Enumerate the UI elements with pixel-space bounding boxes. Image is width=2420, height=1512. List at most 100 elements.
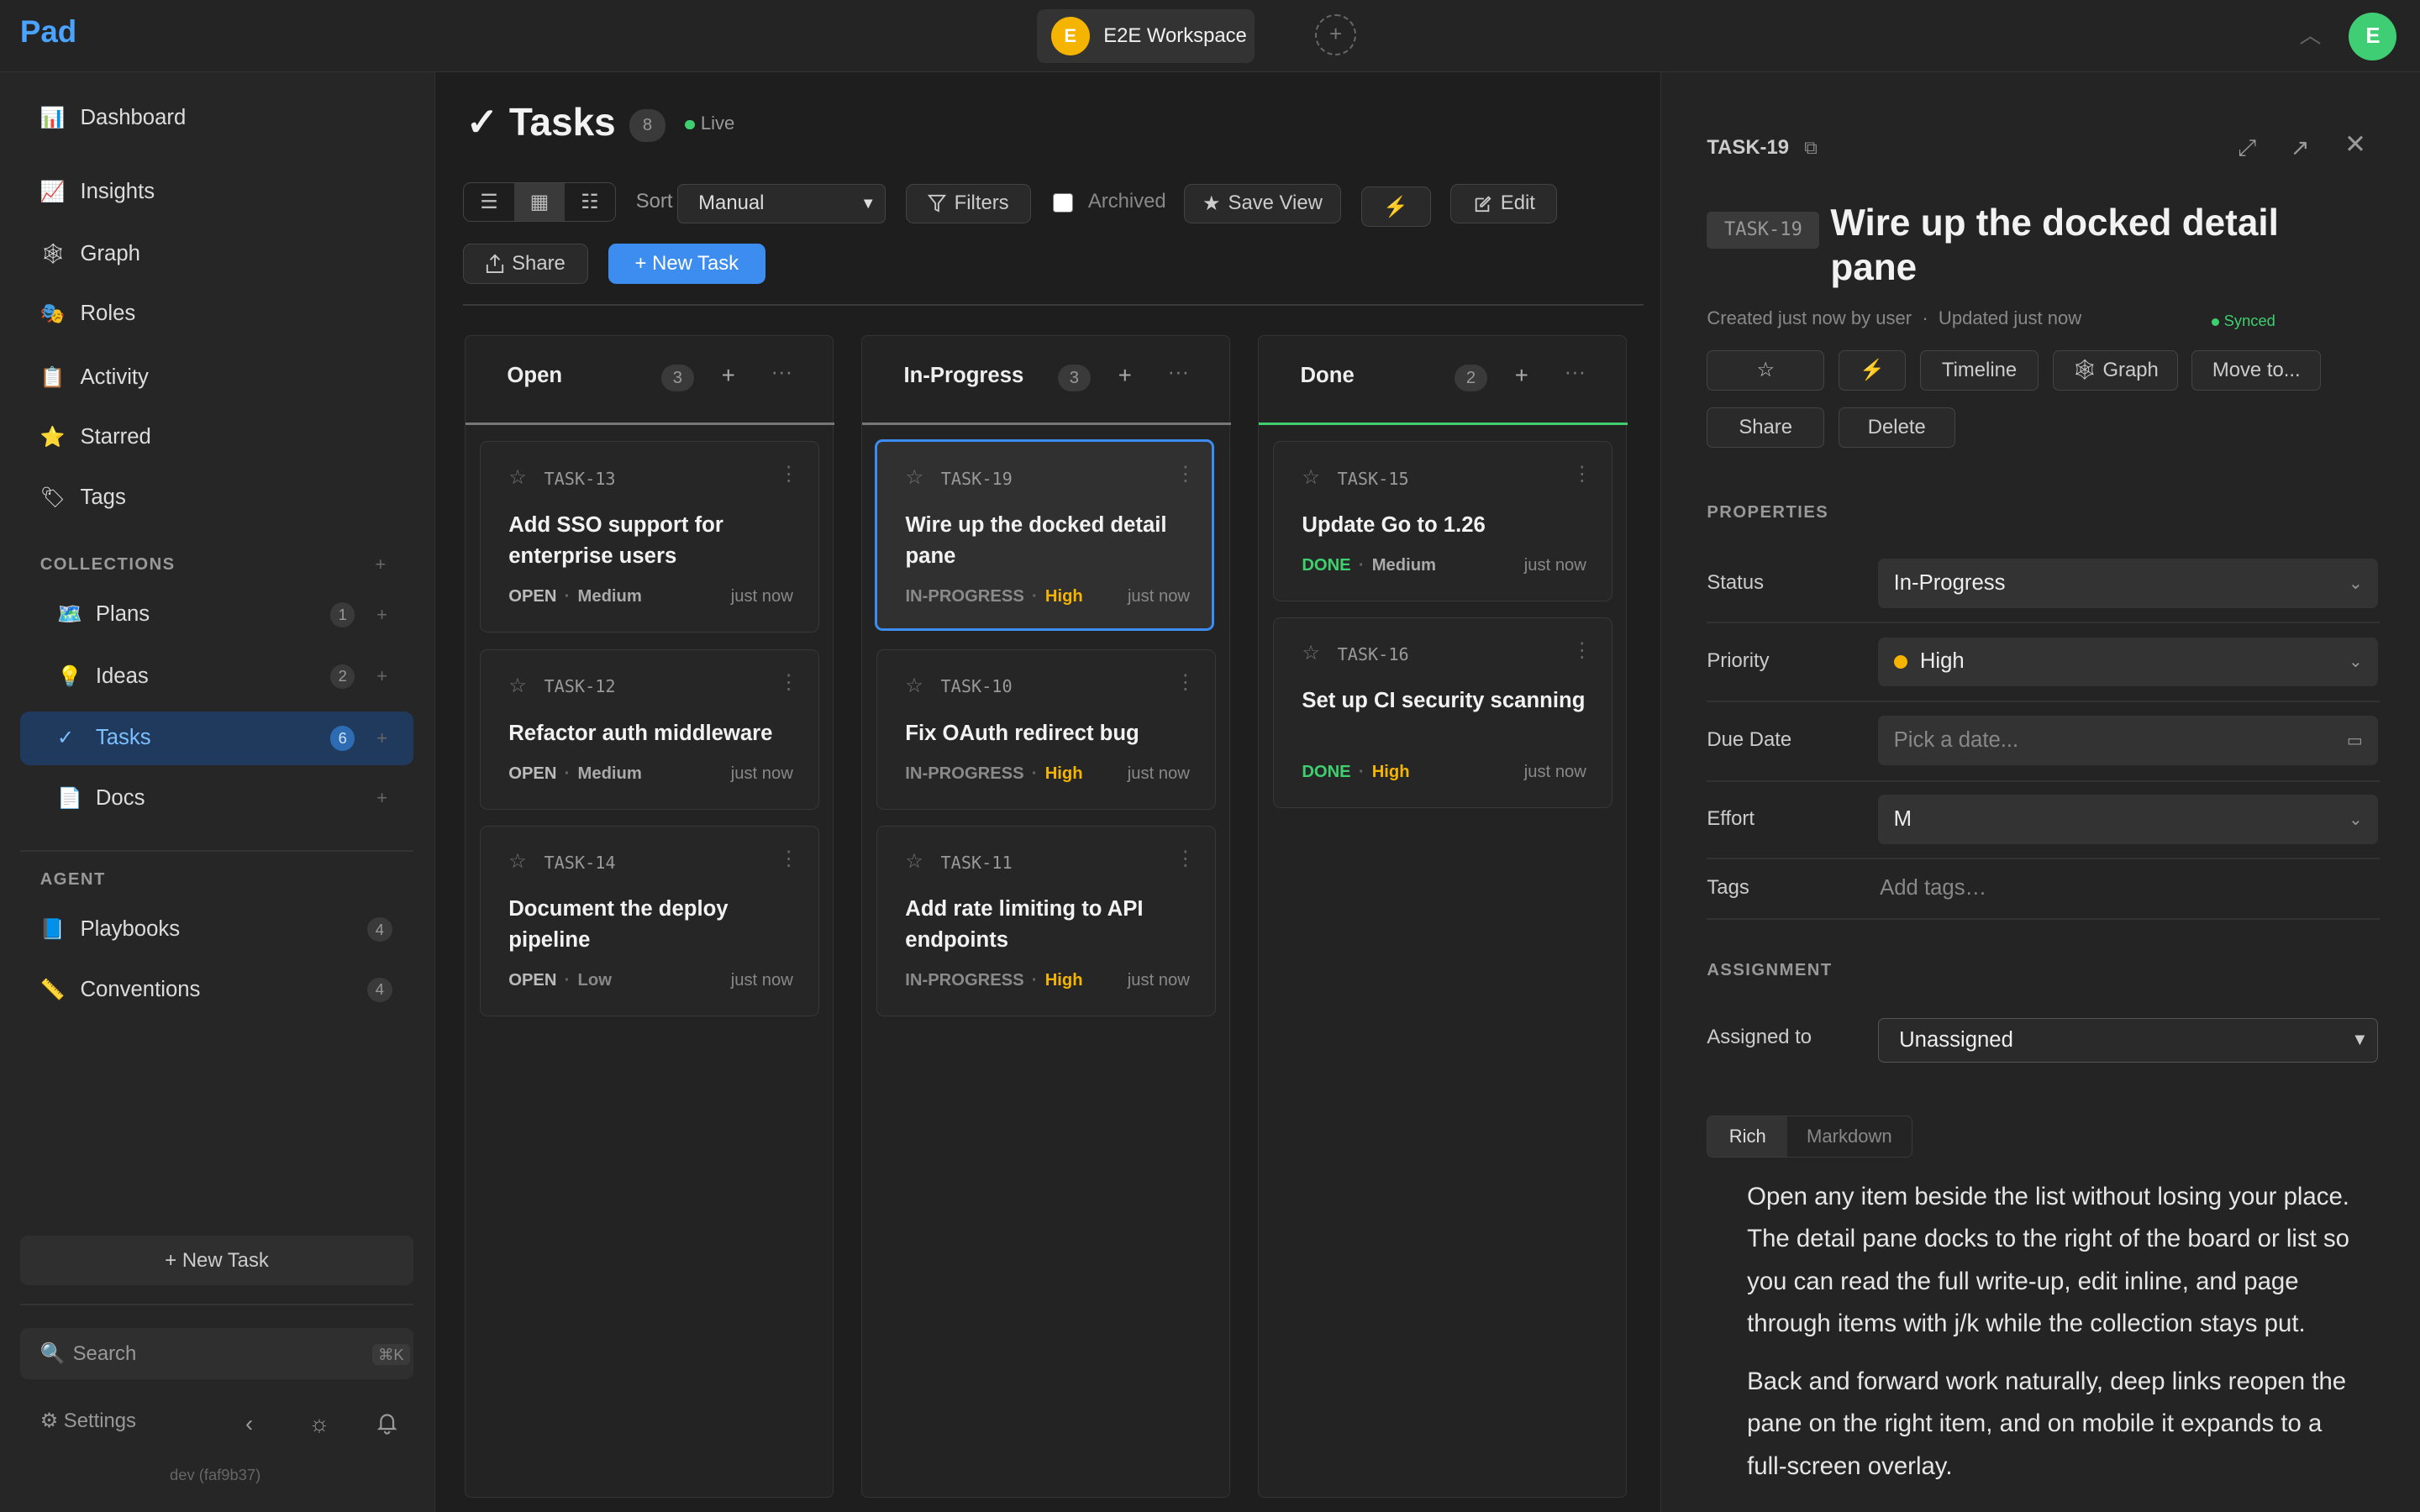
copy-icon[interactable]: ⧉ <box>1804 137 1818 159</box>
app-logo[interactable]: Pad <box>20 14 76 50</box>
share-button[interactable]: Share <box>463 244 588 284</box>
sidebar-item-dashboard[interactable]: 📊 Dashboard <box>20 92 413 144</box>
automation-button[interactable]: ⚡ <box>1838 349 1907 391</box>
star-icon[interactable]: ☆ <box>1302 465 1319 490</box>
delete-button[interactable]: Delete <box>1838 407 1956 448</box>
add-item-button[interactable]: + <box>376 727 387 749</box>
tab-markdown[interactable]: Markdown <box>1787 1116 1912 1157</box>
graph-button[interactable]: 🕸 Graph <box>2052 349 2178 391</box>
task-card[interactable]: ☆ TASK-16 ⋮ Set up CI security scanning DONE… <box>1273 617 1613 809</box>
move-to-button[interactable]: Move to... <box>2191 349 2322 391</box>
settings-link[interactable]: ⚙ Settings <box>40 1409 136 1433</box>
description-paragraph[interactable]: Open any item beside the list without lo… <box>1747 1176 2361 1346</box>
star-icon[interactable]: ☆ <box>508 849 526 874</box>
kebab-menu-icon[interactable]: ⋮ <box>779 462 799 486</box>
archived-checkbox[interactable] <box>1052 192 1073 213</box>
sidebar-item-starred[interactable]: ⭐ Starred <box>20 412 413 463</box>
more-icon[interactable]: ··· <box>1168 360 1190 385</box>
kebab-menu-icon[interactable]: ⋮ <box>1572 638 1592 663</box>
star-button[interactable]: ☆ <box>1707 349 1824 391</box>
assigned-to-select[interactable]: Unassigned ▼ <box>1878 1018 2379 1063</box>
add-card-button[interactable]: + <box>1118 362 1132 389</box>
detail-title[interactable]: Wire up the docked detail pane <box>1830 201 2354 291</box>
collapse-sidebar-icon[interactable]: ‹ <box>245 1410 253 1437</box>
add-card-button[interactable]: + <box>1515 362 1528 389</box>
workspace-switcher[interactable]: E E2E Workspace <box>1037 9 1255 64</box>
sidebar-item-activity[interactable]: 📋 Activity <box>20 352 413 403</box>
new-task-button[interactable]: + New Task <box>608 244 765 284</box>
sidebar-new-task-button[interactable]: + New Task <box>19 1236 414 1285</box>
sidebar-search-input[interactable]: 🔍 Search ⌘K <box>19 1328 414 1379</box>
notifications-bell-icon[interactable] <box>375 1410 399 1441</box>
add-collection-button[interactable]: + <box>375 554 386 575</box>
task-id: TASK-11 <box>940 852 1013 873</box>
list-view-icon[interactable]: ☰ <box>464 183 514 222</box>
sidebar-item-insights[interactable]: 📈 Insights <box>20 166 413 218</box>
priority-badge: High <box>1044 764 1083 784</box>
tags-input[interactable]: Add tags… <box>1880 876 1986 900</box>
star-icon[interactable]: ☆ <box>1302 641 1319 665</box>
board-view-icon[interactable]: ▦ <box>513 182 565 222</box>
add-card-button[interactable]: + <box>722 362 735 389</box>
sidebar-item-docs[interactable]: 📄 Docs + <box>20 771 413 825</box>
sidebar-item-conventions[interactable]: 📏 Conventions 4 <box>20 964 413 1016</box>
editor-mode-tabs: Rich Markdown <box>1707 1115 1912 1158</box>
detail-share-button[interactable]: Share <box>1707 407 1824 448</box>
user-avatar[interactable]: E <box>2349 12 2397 60</box>
star-icon[interactable]: ☆ <box>905 674 923 698</box>
task-card[interactable]: ☆ TASK-12 ⋮ Refactor auth middleware OPEN · Me… <box>480 649 820 811</box>
star-icon[interactable]: ☆ <box>905 849 923 874</box>
kebab-menu-icon[interactable]: ⋮ <box>1176 847 1196 871</box>
add-item-button[interactable]: + <box>376 665 387 687</box>
save-view-button[interactable]: ★ Save View <box>1183 183 1342 224</box>
expand-icon[interactable]: ⤢ <box>2238 134 2256 162</box>
kebab-menu-icon[interactable]: ⋮ <box>1176 462 1196 486</box>
detail-meta: Created just now by user · Updated just … <box>1707 307 2082 328</box>
chevron-up-icon[interactable]: ︿ <box>2300 18 2322 50</box>
effort-select[interactable]: M ⌄ <box>1878 794 2379 844</box>
more-icon[interactable]: ··· <box>1565 360 1586 385</box>
sidebar-item-roles[interactable]: 🎭 Roles <box>20 288 413 339</box>
description-paragraph[interactable]: Back and forward work naturally, deep li… <box>1747 1361 2361 1488</box>
due-date-input[interactable]: Pick a date... ▭ <box>1878 716 2379 765</box>
theme-toggle-icon[interactable]: ☼ <box>308 1410 329 1437</box>
task-title: Update Go to 1.26 <box>1302 513 1486 538</box>
task-card[interactable]: ☆ TASK-10 ⋮ Fix OAuth redirect bug IN-PROGRE… <box>876 649 1217 811</box>
kebab-menu-icon[interactable]: ⋮ <box>1572 462 1592 486</box>
star-icon[interactable]: ☆ <box>508 465 526 490</box>
timeline-button[interactable]: Timeline <box>1919 349 2039 391</box>
kebab-menu-icon[interactable]: ⋮ <box>779 670 799 695</box>
star-icon[interactable]: ☆ <box>508 674 526 698</box>
close-icon[interactable]: ✕ <box>2344 129 2366 160</box>
sidebar-item-tags[interactable]: 🏷 Tags <box>20 472 413 523</box>
add-item-button[interactable]: + <box>376 604 387 626</box>
more-icon[interactable]: ··· <box>771 360 793 385</box>
sidebar-item-graph[interactable]: 🕸 Graph <box>20 228 413 280</box>
task-card[interactable]: ☆ TASK-19 ⋮ Wire up the docked detail pane I… <box>875 439 1215 632</box>
priority-badge: Medium <box>1371 556 1436 575</box>
open-external-icon[interactable]: ↗ <box>2291 134 2310 161</box>
page-title: ✓ Tasks <box>466 99 616 144</box>
add-item-button[interactable]: + <box>376 787 387 809</box>
automation-button[interactable]: ⚡ <box>1360 186 1431 227</box>
sidebar-item-plans[interactable]: 🗺️ Plans 1 + <box>20 588 413 642</box>
task-card[interactable]: ☆ TASK-13 ⋮ Add SSO support for enterprise … <box>480 441 820 633</box>
task-timestamp: just now <box>1523 556 1586 575</box>
task-card[interactable]: ☆ TASK-11 ⋮ Add rate limiting to API endpoi… <box>876 825 1217 1017</box>
sidebar-item-ideas[interactable]: 💡 Ideas 2 + <box>20 649 413 703</box>
star-icon[interactable]: ☆ <box>905 465 923 490</box>
kebab-menu-icon[interactable]: ⋮ <box>1176 670 1196 695</box>
filters-button[interactable]: Filters <box>906 183 1031 224</box>
task-card[interactable]: ☆ TASK-15 ⋮ Update Go to 1.26 DONE · Medium jus… <box>1273 441 1613 602</box>
sidebar-item-tasks[interactable]: ✓ Tasks 6 + <box>19 711 414 765</box>
edit-button[interactable]: Edit <box>1450 183 1558 224</box>
task-card[interactable]: ☆ TASK-14 ⋮ Document the deploy pipeline OPE… <box>480 825 820 1017</box>
sort-select[interactable]: Manual ▼ <box>677 183 886 224</box>
column-title: In-Progress <box>903 363 1024 387</box>
kebab-menu-icon[interactable]: ⋮ <box>779 847 799 871</box>
status-select[interactable]: In-Progress ⌄ <box>1878 558 2379 608</box>
sidebar-item-playbooks[interactable]: 📘 Playbooks 4 <box>20 904 413 955</box>
tab-rich[interactable]: Rich <box>1707 1116 1788 1157</box>
priority-select[interactable]: High ⌄ <box>1878 637 2379 687</box>
table-view-icon[interactable]: ☷ <box>565 183 615 222</box>
